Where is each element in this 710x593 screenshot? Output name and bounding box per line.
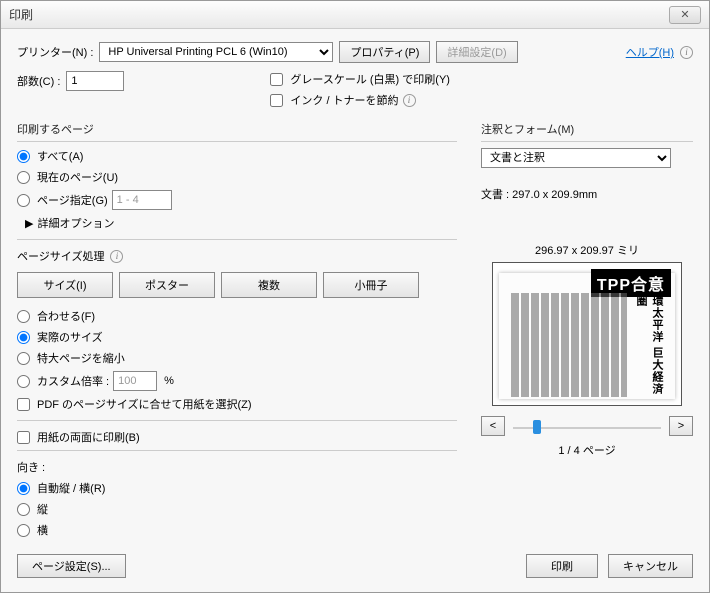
advanced-options-toggle[interactable]: ▶ 詳細オプション bbox=[25, 215, 457, 231]
printer-label: プリンター(N) : bbox=[17, 44, 93, 60]
prev-page-button[interactable]: < bbox=[481, 416, 505, 436]
info-icon: i bbox=[110, 250, 123, 263]
page-range-title: 印刷するページ bbox=[17, 121, 457, 142]
advanced-settings-button[interactable]: 詳細設定(D) bbox=[436, 41, 517, 63]
range-pages-label[interactable]: ページ指定(G) bbox=[37, 192, 108, 208]
orient-portrait-radio[interactable] bbox=[17, 503, 30, 516]
document-size-label: 文書 : 297.0 x 209.9mm bbox=[481, 186, 693, 202]
tab-booklet[interactable]: 小冊子 bbox=[323, 272, 419, 298]
custom-scale-percent: % bbox=[164, 375, 174, 387]
range-pages-radio[interactable] bbox=[17, 194, 30, 207]
annotations-title: 注釈とフォーム(M) bbox=[481, 121, 693, 142]
info-icon: i bbox=[403, 94, 416, 107]
info-icon: i bbox=[680, 46, 693, 59]
choose-paper-label[interactable]: PDF のページサイズに合せて用紙を選択(Z) bbox=[37, 396, 252, 412]
page-slider[interactable] bbox=[513, 416, 661, 436]
orient-landscape-label[interactable]: 横 bbox=[37, 522, 48, 538]
print-dialog: 印刷 ✕ プリンター(N) : HP Universal Printing PC… bbox=[0, 0, 710, 593]
grayscale-label[interactable]: グレースケール (白黒) で印刷(Y) bbox=[290, 71, 450, 87]
orient-landscape-radio[interactable] bbox=[17, 524, 30, 537]
printer-select[interactable]: HP Universal Printing PCL 6 (Win10) bbox=[99, 42, 333, 62]
page-range-input[interactable] bbox=[112, 190, 172, 210]
orient-auto-label[interactable]: 自動縦 / 横(R) bbox=[37, 480, 105, 496]
savetoner-label[interactable]: インク / トナーを節約 bbox=[290, 92, 398, 108]
choose-paper-checkbox[interactable] bbox=[17, 398, 30, 411]
titlebar: 印刷 ✕ bbox=[1, 1, 709, 29]
close-icon: ✕ bbox=[680, 8, 689, 21]
savetoner-checkbox[interactable] bbox=[270, 94, 283, 107]
properties-button[interactable]: プロパティ(P) bbox=[339, 41, 430, 63]
print-button[interactable]: 印刷 bbox=[526, 554, 598, 578]
orient-auto-radio[interactable] bbox=[17, 482, 30, 495]
shrink-label[interactable]: 特大ページを縮小 bbox=[37, 350, 125, 366]
window-title: 印刷 bbox=[9, 6, 669, 23]
fit-label[interactable]: 合わせる(F) bbox=[37, 308, 95, 324]
page-setup-button[interactable]: ページ設定(S)... bbox=[17, 554, 126, 578]
custom-scale-label[interactable]: カスタム倍率 : bbox=[37, 373, 109, 389]
range-all-label[interactable]: すべて(A) bbox=[37, 148, 83, 164]
range-current-label[interactable]: 現在のページ(U) bbox=[37, 169, 118, 185]
shrink-radio[interactable] bbox=[17, 352, 30, 365]
preview-dimensions: 296.97 x 209.97 ミリ bbox=[481, 242, 693, 258]
tab-size[interactable]: サイズ(I) bbox=[17, 272, 113, 298]
preview-subheadline: 環太平洋 巨大経済圏 bbox=[633, 295, 665, 405]
page-indicator: 1 / 4 ページ bbox=[481, 442, 693, 458]
next-page-button[interactable]: > bbox=[669, 416, 693, 436]
orient-portrait-label[interactable]: 縦 bbox=[37, 501, 48, 517]
help-link[interactable]: ヘルプ(H) bbox=[626, 44, 674, 60]
actual-label[interactable]: 実際のサイズ bbox=[37, 329, 103, 345]
duplex-label[interactable]: 用紙の両面に印刷(B) bbox=[37, 429, 140, 445]
actual-radio[interactable] bbox=[17, 331, 30, 344]
sizing-title: ページサイズ処理 bbox=[17, 248, 104, 264]
advanced-options-label: 詳細オプション bbox=[37, 215, 114, 231]
grayscale-checkbox[interactable] bbox=[270, 73, 283, 86]
close-button[interactable]: ✕ bbox=[669, 6, 701, 24]
chevron-right-icon: ▶ bbox=[25, 217, 33, 230]
annotations-select[interactable]: 文書と注釈 bbox=[481, 148, 671, 168]
cancel-button[interactable]: キャンセル bbox=[608, 554, 693, 578]
copies-label: 部数(C) : bbox=[17, 73, 60, 89]
range-all-radio[interactable] bbox=[17, 150, 30, 163]
tab-multiple[interactable]: 複数 bbox=[221, 272, 317, 298]
orientation-title: 向き : bbox=[17, 459, 457, 475]
duplex-checkbox[interactable] bbox=[17, 431, 30, 444]
custom-scale-input[interactable] bbox=[113, 371, 157, 391]
fit-radio[interactable] bbox=[17, 310, 30, 323]
copies-input[interactable] bbox=[66, 71, 124, 91]
range-current-radio[interactable] bbox=[17, 171, 30, 184]
tab-poster[interactable]: ポスター bbox=[119, 272, 215, 298]
custom-scale-radio[interactable] bbox=[17, 375, 30, 388]
print-preview: TPP合意 環太平洋 巨大経済圏 bbox=[492, 262, 682, 406]
